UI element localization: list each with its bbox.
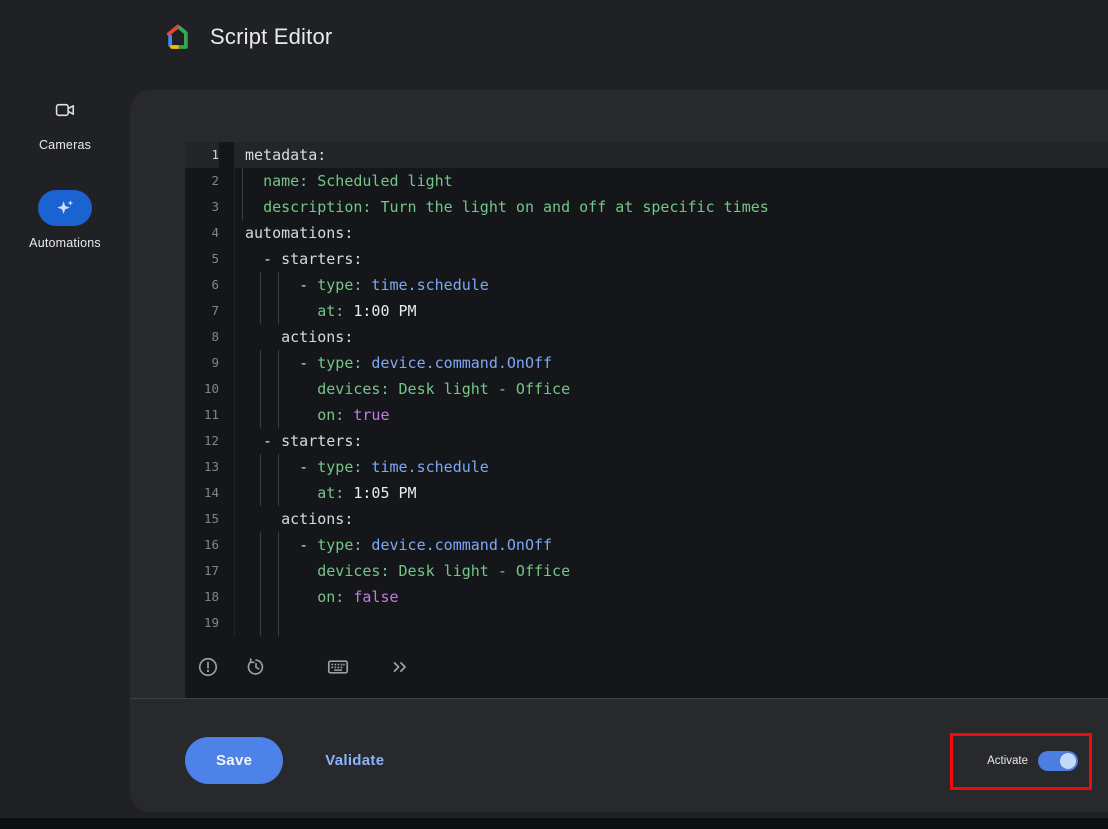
sidebar-item-cameras[interactable]: Cameras — [39, 98, 91, 152]
code-line: at: 1:00 PM — [245, 298, 1108, 324]
sidebar: Cameras Automations — [0, 96, 130, 250]
line-number: 7 — [185, 298, 219, 324]
line-number: 10 — [185, 376, 219, 402]
code-line: - type: device.command.OnOff — [245, 350, 1108, 376]
sidebar-item-automations[interactable]: Automations — [29, 190, 101, 250]
activate-control[interactable]: Activate — [987, 751, 1078, 771]
editor-toolbar — [185, 636, 1108, 698]
line-number: 12 — [185, 428, 219, 454]
code-line: actions: — [245, 506, 1108, 532]
line-number: 2 — [185, 168, 219, 194]
sidebar-item-label: Automations — [29, 236, 101, 250]
code-line: on: false — [245, 584, 1108, 610]
code-line: - type: time.schedule — [245, 272, 1108, 298]
indent-guide — [278, 610, 279, 636]
indent-guide — [260, 350, 261, 428]
videocam-icon — [54, 98, 76, 122]
code-line: actions: — [245, 324, 1108, 350]
line-number: 1 — [185, 142, 219, 168]
indent-guide — [278, 272, 279, 324]
line-number: 5 — [185, 246, 219, 272]
editor-panel: 12345678910111213141516171819 metadata: … — [130, 90, 1108, 812]
history-icon[interactable] — [244, 655, 268, 679]
code-area[interactable]: 12345678910111213141516171819 metadata: … — [185, 142, 1108, 636]
problems-icon[interactable] — [196, 655, 220, 679]
code-line: at: 1:05 PM — [245, 480, 1108, 506]
activate-toggle[interactable] — [1038, 751, 1078, 771]
code-line: - starters: — [245, 246, 1108, 272]
code-line: devices: Desk light - Office — [245, 376, 1108, 402]
sidebar-item-label: Cameras — [39, 138, 91, 152]
indent-guide — [278, 454, 279, 506]
code-line: on: true — [245, 402, 1108, 428]
page-title: Script Editor — [210, 24, 332, 50]
indent-guide — [242, 168, 243, 220]
code-line: devices: Desk light - Office — [245, 558, 1108, 584]
line-number: 9 — [185, 350, 219, 376]
indent-guide — [260, 532, 261, 610]
sparkle-icon — [38, 190, 92, 226]
editor-gutter: 12345678910111213141516171819 — [185, 142, 235, 636]
line-number: 18 — [185, 584, 219, 610]
code-line: metadata: — [235, 142, 1108, 168]
code-line — [245, 610, 1108, 636]
script-editor: 12345678910111213141516171819 metadata: … — [185, 142, 1108, 698]
line-number: 17 — [185, 558, 219, 584]
indent-guide — [260, 610, 261, 636]
line-number: 11 — [185, 402, 219, 428]
line-number: 13 — [185, 454, 219, 480]
line-number: 14 — [185, 480, 219, 506]
keyboard-icon[interactable] — [326, 655, 350, 679]
line-number: 4 — [185, 220, 219, 246]
line-number: 16 — [185, 532, 219, 558]
header: Script Editor — [163, 22, 332, 52]
line-number: 3 — [185, 194, 219, 220]
indent-guide — [278, 532, 279, 610]
code-line: - type: time.schedule — [245, 454, 1108, 480]
activate-label: Activate — [987, 755, 1028, 767]
line-number: 19 — [185, 610, 219, 636]
line-number: 8 — [185, 324, 219, 350]
indent-guide — [278, 350, 279, 428]
code-line: automations: — [245, 220, 1108, 246]
more-chevrons-icon[interactable] — [388, 655, 412, 679]
code-line: description: Turn the light on and off a… — [245, 194, 1108, 220]
line-number: 15 — [185, 506, 219, 532]
footer-bar: Save Validate Activate — [130, 699, 1108, 812]
google-home-logo-icon — [163, 22, 193, 52]
code-line: - type: device.command.OnOff — [245, 532, 1108, 558]
save-button[interactable]: Save — [185, 737, 283, 784]
line-number: 6 — [185, 272, 219, 298]
editor-code[interactable]: metadata: name: Scheduled light descript… — [235, 142, 1108, 636]
code-line: - starters: — [245, 428, 1108, 454]
indent-guide — [260, 454, 261, 506]
validate-button[interactable]: Validate — [319, 751, 390, 770]
toggle-knob — [1060, 753, 1076, 769]
bottom-strip — [0, 818, 1108, 829]
code-line: name: Scheduled light — [245, 168, 1108, 194]
indent-guide — [260, 272, 261, 324]
